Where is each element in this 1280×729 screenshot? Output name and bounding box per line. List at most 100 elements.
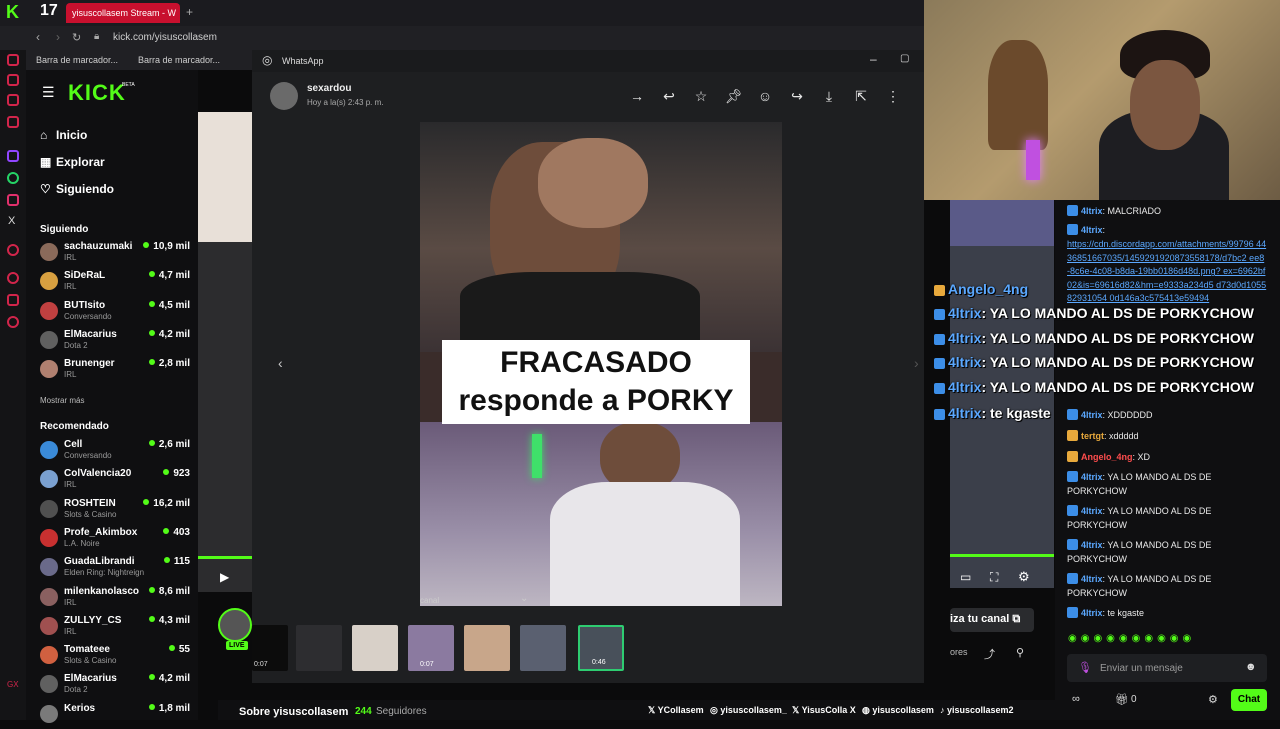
chat-username[interactable]: 4ltrix [1081,410,1103,420]
gx-clock2-icon[interactable] [7,272,19,284]
channel-points-icon[interactable]: ∞ [1072,693,1080,705]
channel-item[interactable]: Cell Conversando 2,6 mil [40,439,190,465]
stream-progress-bar[interactable] [198,556,252,559]
social-discord[interactable]: ◍ yisuscollasem [862,705,934,716]
share-icon[interactable]: ⤴ [984,646,995,662]
prev-media-icon[interactable]: ‹ [278,355,283,371]
gx-bag-icon[interactable] [7,74,19,86]
mic-icon[interactable]: 🎙︎ [1078,661,1092,674]
social-tiktok[interactable]: ♪ yisuscollasem2 [940,705,1014,715]
channel-item[interactable]: ZULLYY_CS IRL 4,3 mil [40,615,190,641]
channel-item[interactable]: Brunenger IRL 2,8 mil [40,358,190,384]
url-field[interactable]: kick.com/yisuscollasem [113,32,217,43]
channel-item[interactable]: ElMacarius Dota 2 4,2 mil [40,329,190,355]
download-icon[interactable]: ⤓ [821,88,837,104]
media-thumb-3[interactable] [352,625,398,671]
chat-username[interactable]: tertgt [1081,431,1104,441]
social-x2[interactable]: 𝕏 YisusColla X [792,705,856,716]
chat-username[interactable]: Angelo_4ng [1081,452,1133,462]
media-thumb-5[interactable] [464,625,510,671]
instagram-icon[interactable] [7,194,19,206]
emoji-picker-icon[interactable]: ☻ [1245,661,1257,673]
new-tab-icon[interactable]: + [186,5,193,19]
sender-avatar[interactable] [270,82,298,110]
theater-icon[interactable]: ▭ [960,570,971,584]
pin-icon[interactable]: 📌︎ [725,88,743,104]
channel-item[interactable]: SiDeRaL IRL 4,7 mil [40,270,190,296]
share-forward-icon[interactable]: ↪ [789,88,805,104]
menu-icon[interactable]: ☰ [42,84,55,101]
nav-explore[interactable]: ▦ Explorar [40,155,105,169]
social-instagram[interactable]: ◎ yisuscollasem_ [710,705,787,716]
chat-username[interactable]: 4ltrix [1081,574,1103,584]
kick-logo[interactable]: KICK [68,80,126,106]
user-add-icon[interactable]: ⚲ [1016,646,1024,659]
emoji-icon[interactable]: ☺ [757,88,773,104]
subscribe-button[interactable]: iza tu canal ⧉ [950,608,1034,632]
bookmark-1[interactable]: Barra de marcador... [36,55,118,65]
channel-item[interactable]: BUTIsito Conversando 4,5 mil [40,300,190,326]
gx-clock-icon[interactable] [7,54,19,66]
stream-right-progress[interactable] [950,554,1054,557]
channel-item[interactable]: milenkanolasco IRL 8,6 mil [40,586,190,612]
media-thumb-4[interactable]: 0:07 [408,625,454,671]
chat-username[interactable]: 4ltrix [1081,206,1103,216]
tab-count[interactable]: 17 [40,2,58,20]
forward-icon[interactable]: › [56,30,60,44]
social-x[interactable]: 𝕏 YCollasem [648,705,704,716]
media-thumb-6[interactable] [520,625,566,671]
forward-arrow-icon[interactable]: → [629,88,645,104]
fullscreen-icon[interactable]: ⛶ [990,570,998,585]
play-icon[interactable]: ▶ [220,570,229,584]
chat-username[interactable]: 4ltrix [1081,608,1103,618]
settings-icon[interactable]: ⚙ [1018,569,1030,585]
gx-cube-icon[interactable] [7,294,19,306]
emote-bar[interactable]: ◉◉◉◉◉◉◉◉◉◉ [1068,633,1268,647]
nav-home[interactable]: ⌂ Inicio [40,128,87,142]
channel-item[interactable]: Tomateee Slots & Casino 55 [40,644,190,670]
back-icon[interactable]: ‹ [36,30,40,44]
channel-item[interactable]: ROSHTEIN Slots & Casino 16,2 mil [40,498,190,524]
scroll-down-icon[interactable]: ⌄ [520,593,528,604]
gx-tv-icon[interactable] [7,94,19,106]
media-thumb-7-selected[interactable]: 0:46 [578,625,624,671]
reply-icon[interactable]: ↩ [661,88,677,104]
stream-video-left[interactable]: ▶ [198,112,252,592]
channel-item[interactable]: ElMacarius Dota 2 4,2 mil [40,673,190,699]
twitch-icon[interactable] [7,150,19,162]
gift-icon[interactable]: 🎁︎ [1115,693,1129,706]
streamer-avatar[interactable] [218,608,252,642]
chat-username[interactable]: 4ltrix [1081,506,1103,516]
tab-active[interactable]: yisuscollasem Stream - W [66,3,180,23]
reload-icon[interactable]: ↻ [72,31,81,44]
whatsapp-icon[interactable] [7,172,19,184]
star-icon[interactable]: ☆ [693,88,709,104]
gx-history-icon[interactable] [7,244,19,256]
gx-control-icon[interactable] [7,116,19,128]
chat-username[interactable]: 4ltrix [1081,225,1103,235]
minimize-icon[interactable]: – [870,52,877,66]
chat-username[interactable]: 4ltrix [1081,472,1103,482]
chat-link[interactable]: https://cdn.discordapp.com/attachments/9… [1067,239,1266,303]
maximize-icon[interactable]: ▢ [900,53,909,64]
show-more-link[interactable]: Mostrar más [40,396,84,405]
chat-input[interactable]: Enviar un mensaje [1067,654,1267,682]
channel-item[interactable]: ColValencia20 IRL 923 [40,468,190,494]
open-external-icon[interactable]: ⇱ [853,88,869,104]
nav-following[interactable]: ♡ Siguiendo [40,182,114,196]
chat-settings-icon[interactable]: ⚙ [1208,693,1218,706]
channel-item[interactable]: GuadaLibrandi Elden Ring: Nightreign 115 [40,556,190,582]
chat-username[interactable]: 4ltrix [1081,540,1103,550]
more-options-icon[interactable]: ⋮ [885,88,901,104]
media-thumb-2[interactable] [296,625,342,671]
channel-item[interactable]: sachauzumaki IRL 10,9 mil [40,241,190,267]
gx-settings-icon[interactable] [7,316,19,328]
channel-item[interactable]: Kerios 1,8 mil [40,703,190,729]
x-icon[interactable]: X [8,215,15,227]
bookmark-2[interactable]: Barra de marcador... [138,55,220,65]
chat-send-button[interactable]: Chat [1231,689,1267,711]
channel-item[interactable]: Profe_Akimbox L.A. Noire 403 [40,527,190,553]
media-thumb-1[interactable]: 0:07 [252,625,288,671]
next-media-icon[interactable]: › [914,355,919,371]
media-viewer[interactable]: FRACASADO responde a PORKY [420,122,782,606]
